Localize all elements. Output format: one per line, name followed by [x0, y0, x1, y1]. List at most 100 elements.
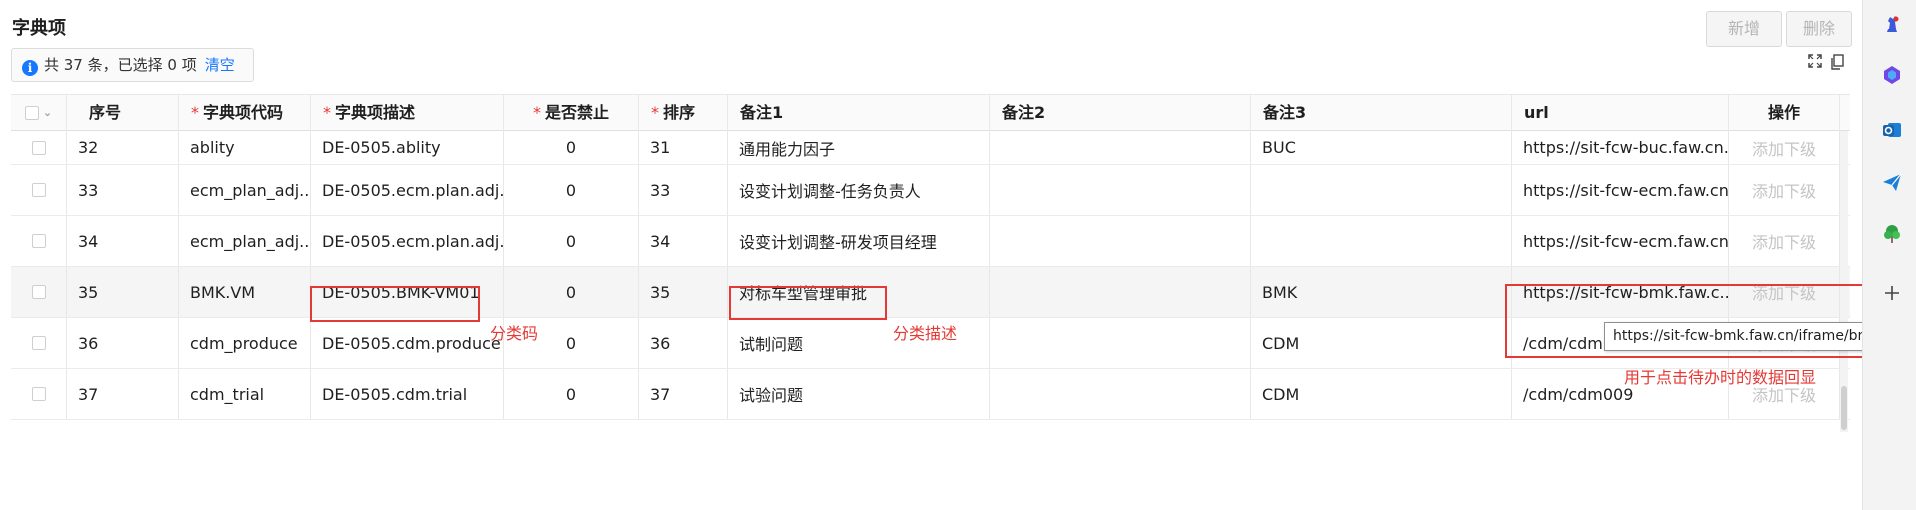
required-mark: * [191, 103, 199, 122]
cell-no: 32 [67, 131, 179, 164]
cell-url: https://sit-fcw-ecm.faw.cn... [1512, 216, 1729, 266]
row-checkbox[interactable] [31, 336, 46, 350]
row-checkbox-cell[interactable] [11, 131, 67, 164]
chevron-down-icon[interactable]: ⌄ [43, 95, 52, 131]
cell-code: cdm_trial [179, 369, 311, 419]
cell-note2 [990, 216, 1251, 266]
cell-url: https://sit-fcw-buc.faw.cn... [1512, 131, 1729, 164]
row-checkbox-cell[interactable] [11, 165, 67, 215]
right-sidebar [1862, 0, 1916, 510]
tree-icon[interactable] [1881, 223, 1903, 245]
annotation-box-desc [729, 286, 887, 320]
cell-desc: DE-0505.ecm.plan.adj... [311, 165, 504, 215]
cell-no: 35 [67, 267, 179, 317]
cell-code: ecm_plan_adj... [179, 216, 311, 266]
row-checkbox[interactable] [31, 234, 46, 248]
cell-sort: 33 [639, 165, 728, 215]
row-checkbox[interactable] [31, 387, 46, 401]
table-header: ⌄ 序号 * 字典项代码 * 字典项描述 * 是否禁止 * 排序 备注1 备注2 备注3… [11, 94, 1850, 131]
send-icon[interactable] [1881, 171, 1903, 193]
header-note2: 备注2 [990, 95, 1251, 131]
cell-sort: 35 [639, 267, 728, 317]
add-child-link[interactable]: 添加下级 [1729, 131, 1840, 164]
cell-no: 36 [67, 318, 179, 368]
row-checkbox-cell[interactable] [11, 216, 67, 266]
cell-sort: 34 [639, 216, 728, 266]
table-row[interactable]: 37 cdm_trial DE-0505.cdm.trial 0 37 试验问题… [11, 369, 1850, 420]
header-url: url [1512, 95, 1729, 131]
cell-disabled: 0 [504, 369, 639, 419]
required-mark: * [651, 103, 659, 122]
cell-desc: DE-0505.ecm.plan.adj... [311, 216, 504, 266]
cell-note3: BMK [1251, 267, 1512, 317]
row-checkbox-cell[interactable] [11, 318, 67, 368]
cell-code: BMK.VM [179, 267, 311, 317]
cell-note1: 设变计划调整-任务负责人 [728, 165, 990, 215]
header-select-all[interactable]: ⌄ [11, 95, 67, 131]
cell-disabled: 0 [504, 267, 639, 317]
annotation-box-code [310, 286, 480, 322]
cell-note3 [1251, 165, 1512, 215]
cell-no: 34 [67, 216, 179, 266]
cell-note3: BUC [1251, 131, 1512, 164]
cell-desc: DE-0505.cdm.produce [311, 318, 504, 368]
add-button[interactable]: 新增 [1706, 11, 1782, 47]
select-all-checkbox[interactable] [24, 106, 39, 120]
row-checkbox-cell[interactable] [11, 369, 67, 419]
header-disabled: * 是否禁止 [504, 95, 639, 131]
outlook-icon[interactable] [1881, 119, 1903, 141]
cell-desc: DE-0505.cdm.trial [311, 369, 504, 419]
info-icon: i [22, 60, 38, 76]
cell-disabled: 0 [504, 131, 639, 164]
page-title: 字典项 [12, 18, 66, 39]
cell-note2 [990, 318, 1251, 368]
row-checkbox[interactable] [31, 285, 46, 299]
header-code: * 字典项代码 [179, 95, 311, 131]
fullscreen-icon[interactable] [1806, 54, 1824, 72]
cell-url: https://sit-fcw-ecm.faw.cn... [1512, 165, 1729, 215]
delete-button[interactable]: 删除 [1786, 11, 1852, 47]
table-row[interactable]: 34 ecm_plan_adj... DE-0505.ecm.plan.adj.… [11, 216, 1850, 267]
cell-note1: 试验问题 [728, 369, 990, 419]
cell-code: ecm_plan_adj... [179, 165, 311, 215]
annotation-label-desc: 分类描述 [893, 324, 958, 343]
table-body: 32 ablity DE-0505.ablity 0 31 通用能力因子 BUC… [11, 131, 1850, 432]
add-child-link[interactable]: 添加下级 [1729, 216, 1840, 266]
cell-note2 [990, 165, 1251, 215]
row-checkbox[interactable] [31, 140, 46, 155]
cell-sort: 36 [639, 318, 728, 368]
cell-disabled: 0 [504, 165, 639, 215]
plus-icon[interactable] [1881, 282, 1903, 304]
cell-note3 [1251, 216, 1512, 266]
selection-info-bar: i 共 37 条，已选择 0 项清空 [11, 48, 254, 82]
cell-desc: DE-0505.ablity [311, 131, 504, 164]
cell-note2 [990, 369, 1251, 419]
row-checkbox-cell[interactable] [11, 267, 67, 317]
add-child-link[interactable]: 添加下级 [1729, 165, 1840, 215]
clear-selection-link[interactable]: 清空 [205, 56, 235, 74]
required-mark: * [323, 103, 331, 122]
dictionary-table: ⌄ 序号 * 字典项代码 * 字典项描述 * 是否禁止 * 排序 备注1 备注2 备注3… [11, 94, 1850, 432]
cell-note2 [990, 131, 1251, 164]
cell-note3: CDM [1251, 318, 1512, 368]
table-row[interactable]: 33 ecm_plan_adj... DE-0505.ecm.plan.adj.… [11, 165, 1850, 216]
header-desc: * 字典项描述 [311, 95, 504, 131]
cell-sort: 31 [639, 131, 728, 164]
annotation-label-url: 用于点击待办时的数据回显 [1624, 368, 1817, 387]
header-no: 序号 [67, 95, 179, 131]
annotation-label-code: 分类码 [490, 324, 539, 343]
cell-code: ablity [179, 131, 311, 164]
cell-note3: CDM [1251, 369, 1512, 419]
cell-note1: 通用能力因子 [728, 131, 990, 164]
cell-no: 33 [67, 165, 179, 215]
url-tooltip: https://sit-fcw-bmk.faw.cn/iframe/bmk001 [1604, 322, 1906, 351]
header-note1: 备注1 [728, 95, 990, 131]
table-scroll-thumb[interactable] [1841, 386, 1847, 430]
row-checkbox[interactable] [31, 183, 46, 197]
chess-app-icon[interactable] [1881, 13, 1903, 35]
cell-sort: 37 [639, 369, 728, 419]
table-row[interactable]: 32 ablity DE-0505.ablity 0 31 通用能力因子 BUC… [11, 131, 1850, 165]
copilot-icon[interactable] [1881, 64, 1903, 86]
copy-icon[interactable] [1828, 54, 1846, 72]
cell-disabled: 0 [504, 216, 639, 266]
